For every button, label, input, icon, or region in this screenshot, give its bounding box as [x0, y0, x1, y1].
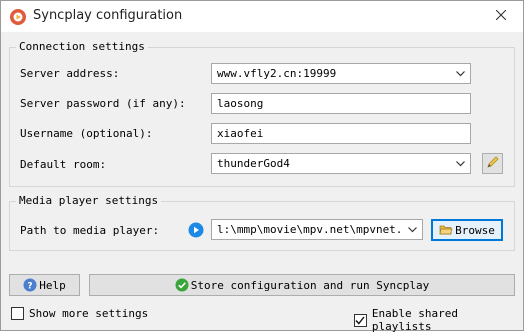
- config-window: Syncplay configuration Connection settin…: [0, 0, 524, 333]
- title-bar: Syncplay configuration: [1, 1, 523, 32]
- default-room-combo[interactable]: thunderGod4: [211, 153, 471, 174]
- checkmark-icon: [175, 278, 189, 292]
- media-player-path-label: Path to media player:: [20, 224, 160, 237]
- help-icon: ?: [23, 278, 37, 292]
- store-and-run-label: Store configuration and run Syncplay: [190, 278, 430, 292]
- chevron-down-icon[interactable]: [450, 64, 470, 83]
- store-and-run-button[interactable]: Store configuration and run Syncplay: [89, 274, 515, 296]
- server-password-field[interactable]: laosong: [211, 93, 471, 114]
- show-more-settings-checkbox[interactable]: [11, 307, 24, 320]
- checkmark-icon: [355, 316, 365, 325]
- username-field[interactable]: xiaofei: [211, 123, 471, 144]
- chevron-down-icon[interactable]: [402, 220, 422, 239]
- shared-playlists-checkbox[interactable]: [354, 313, 367, 327]
- media-player-settings-title: Media player settings: [16, 194, 162, 207]
- edit-room-button[interactable]: [482, 153, 503, 174]
- pencil-icon: [486, 155, 500, 172]
- folder-open-icon: [439, 223, 453, 237]
- window-title: Syncplay configuration: [33, 8, 183, 23]
- show-more-settings-option[interactable]: Show more settings: [11, 307, 148, 320]
- chevron-down-icon[interactable]: [450, 154, 470, 173]
- shared-playlists-option[interactable]: Enable shared playlists: [354, 307, 523, 333]
- mpv-player-icon: [188, 222, 204, 238]
- syncplay-logo-icon: [9, 8, 27, 26]
- connection-settings-title: Connection settings: [16, 40, 148, 53]
- media-player-path-value: l:\mmp\movie\mpv.net\mpvnet.exe: [217, 223, 400, 236]
- server-address-value: www.vfly2.cn:19999: [217, 67, 337, 80]
- help-label: Help: [39, 278, 66, 292]
- default-room-label: Default room:: [20, 158, 107, 171]
- help-button[interactable]: ? Help: [9, 274, 80, 296]
- close-button[interactable]: [479, 1, 523, 32]
- browse-label: Browse: [455, 223, 495, 237]
- close-icon: [495, 9, 507, 23]
- server-address-label: Server address:: [20, 67, 120, 80]
- server-password-label: Server password (if any):: [20, 97, 186, 110]
- shared-playlists-label: Enable shared playlists: [371, 307, 458, 333]
- svg-text:?: ?: [28, 282, 33, 292]
- default-room-value: thunderGod4: [217, 157, 290, 170]
- media-player-path-combo[interactable]: l:\mmp\movie\mpv.net\mpvnet.exe: [211, 219, 423, 240]
- username-label: Username (optional):: [20, 127, 153, 140]
- server-address-combo[interactable]: www.vfly2.cn:19999: [211, 63, 471, 84]
- browse-button[interactable]: Browse: [431, 219, 503, 241]
- show-more-settings-label: Show more settings: [29, 307, 149, 320]
